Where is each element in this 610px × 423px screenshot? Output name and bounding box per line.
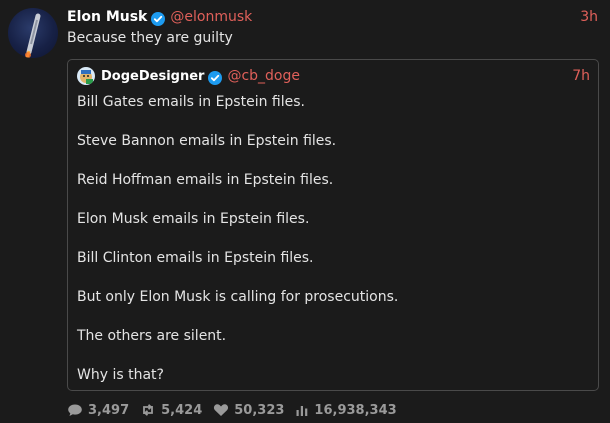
views-count: 16,938,343 [314,402,397,418]
views-icon [296,406,308,416]
quoted-post[interactable]: DogeDesigner @cb_doge 7h Bill Gates emai… [67,59,599,391]
engagement-bar: 3,497 5,424 50,323 16,938,343 [67,400,408,420]
repost-icon [143,404,154,416]
quote-line: Elon Musk emails in Epstein files. [77,211,310,227]
author-handle[interactable]: @elonmusk [170,9,252,25]
quote-line: But only Elon Musk is calling for prosec… [77,289,399,305]
quote-author-name[interactable]: DogeDesigner [101,69,204,84]
post-text: Because they are guilty [67,30,233,46]
reply-count: 3,497 [88,402,130,418]
quote-line: Steve Bannon emails in Epstein files. [77,133,337,149]
post-card[interactable]: Elon Musk @elonmusk 3h Because they are … [0,0,610,423]
quote-text: Bill Gates emails in Epstein files. Stev… [77,93,590,405]
quote-timestamp[interactable]: 7h [572,68,590,84]
post-timestamp[interactable]: 3h [580,9,598,25]
quote-line: Bill Clinton emails in Epstein files. [77,250,314,266]
quote-author-handle[interactable]: @cb_doge [227,68,300,84]
author-name[interactable]: Elon Musk [67,9,147,25]
quote-line: Bill Gates emails in Epstein files. [77,94,305,110]
repost-count: 5,424 [161,402,203,418]
quote-author-avatar[interactable] [77,67,95,85]
reply-button[interactable]: 3,497 [67,403,129,418]
views-button[interactable]: 16,938,343 [295,402,397,418]
verified-badge-icon [151,11,166,26]
reply-icon [68,404,82,416]
verified-badge-icon [208,70,223,85]
author-avatar[interactable] [8,8,58,58]
like-button[interactable]: 50,323 [213,403,284,418]
repost-button[interactable]: 5,424 [140,403,202,418]
like-count: 50,323 [234,402,285,418]
quote-line: The others are silent. [77,328,227,344]
quote-line: Reid Hoffman emails in Epstein files. [77,172,334,188]
like-icon [214,404,229,416]
